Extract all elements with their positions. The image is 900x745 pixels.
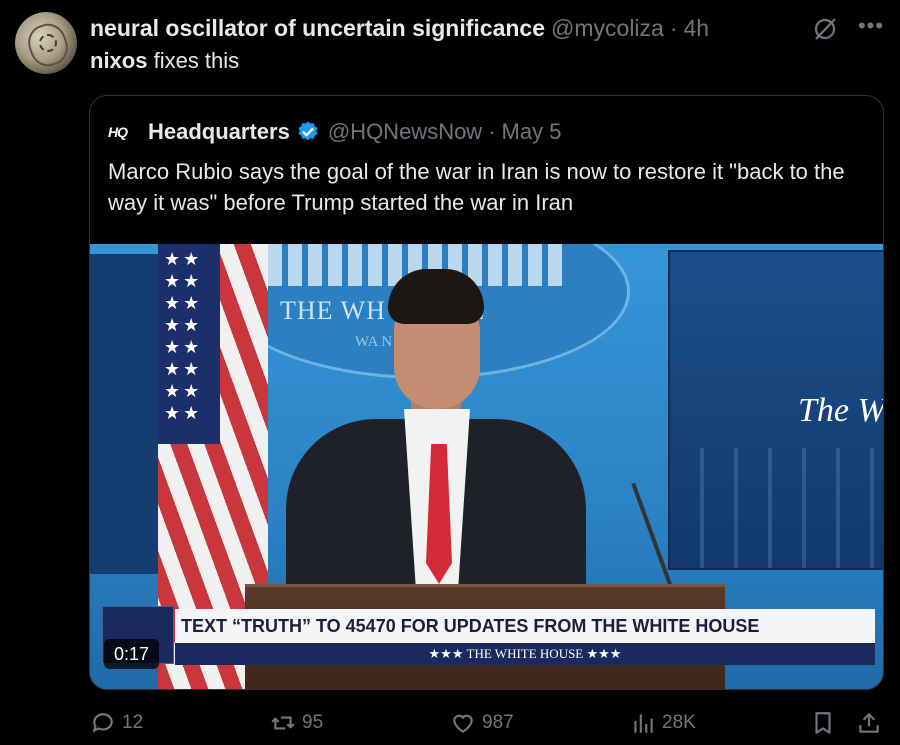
- quoted-post-text: Marco Rubio says the goal of the war in …: [108, 159, 845, 215]
- grok-icon[interactable]: [812, 16, 838, 42]
- lower-third-main: TEXT “TRUTH” TO 45470 FOR UPDATES FROM T…: [175, 609, 875, 643]
- right-screen-grid: [670, 448, 883, 568]
- quoted-post-date[interactable]: May 5: [502, 119, 562, 145]
- quoted-author-avatar[interactable]: HQ: [108, 122, 138, 142]
- views-button[interactable]: 28K: [630, 705, 696, 741]
- right-screen-text: The W: [798, 392, 884, 429]
- lower-third-sub: ★★★ THE WHITE HOUSE ★★★: [175, 643, 875, 665]
- quoted-author-handle[interactable]: @HQNewsNow: [328, 119, 482, 145]
- views-icon: [634, 714, 653, 733]
- share-icon: [859, 713, 879, 733]
- bookmark-icon: [815, 712, 831, 734]
- bookmark-button[interactable]: [810, 705, 842, 741]
- author-name[interactable]: neural oscillator of uncertain significa…: [90, 15, 545, 42]
- quoted-author-name[interactable]: Headquarters: [148, 119, 290, 145]
- video-duration: 0:17: [104, 639, 160, 669]
- reply-count: 12: [122, 712, 144, 733]
- more-icon[interactable]: •••: [856, 15, 886, 42]
- header-separator: ·: [669, 14, 678, 41]
- quoted-post-header: HQ Headquarters @HQNewsNow · May 5: [108, 116, 561, 148]
- reply-icon: [92, 713, 113, 733]
- like-count: 987: [482, 712, 514, 733]
- video-player[interactable]: THE WH HOUSE WA N ★★★★★★★★★★★★★★★★ The W…: [90, 244, 884, 689]
- speaker-hair: [388, 269, 484, 324]
- post-text-rest: fixes this: [147, 48, 240, 73]
- post-header: neural oscillator of uncertain significa…: [90, 13, 709, 43]
- share-button[interactable]: [856, 705, 888, 741]
- views-count: 28K: [662, 712, 696, 733]
- post-time[interactable]: 4h: [684, 15, 710, 42]
- flag-stars: ★★★★★★★★★★★★★★★★: [158, 244, 220, 444]
- verified-icon: [298, 121, 318, 141]
- post-mention[interactable]: nixos: [90, 48, 147, 73]
- post-text: nixos fixes this: [90, 48, 239, 74]
- repost-button[interactable]: 95: [270, 705, 323, 741]
- like-icon: [453, 714, 473, 733]
- quoted-post[interactable]: HQ Headquarters @HQNewsNow · May 5 Marco…: [89, 95, 884, 690]
- quoted-header-separator: ·: [488, 119, 496, 144]
- reply-button[interactable]: 12: [90, 705, 143, 741]
- lower-third: TEXT “TRUTH” TO 45470 FOR UPDATES FROM T…: [175, 609, 875, 667]
- like-button[interactable]: 987: [450, 705, 514, 741]
- author-avatar[interactable]: [15, 12, 77, 74]
- action-bar: 12 95 987 28K: [0, 705, 900, 745]
- repost-icon: [271, 716, 295, 730]
- repost-count: 95: [302, 712, 324, 733]
- author-handle[interactable]: @mycoliza: [551, 15, 664, 42]
